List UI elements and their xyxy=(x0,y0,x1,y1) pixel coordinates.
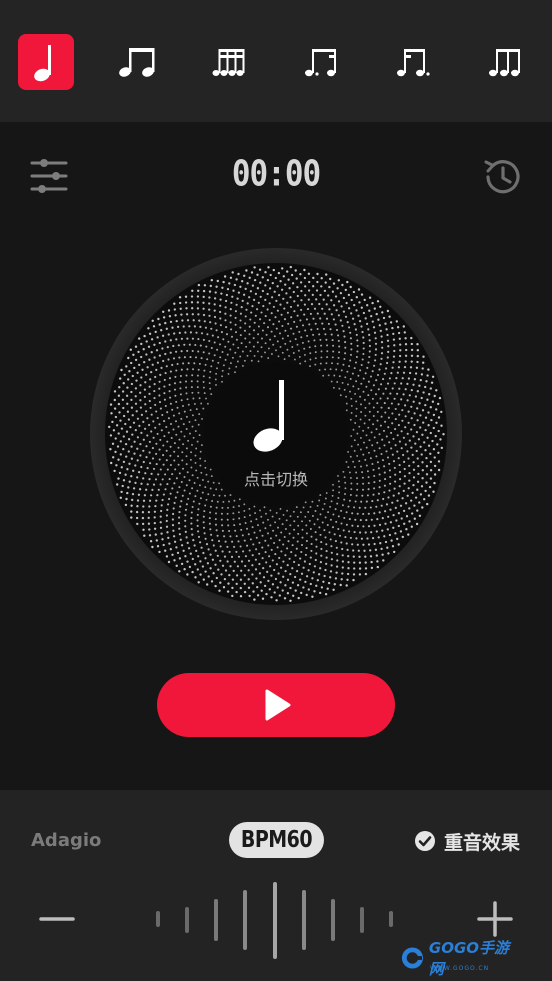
bpm-badge[interactable]: BPM60 xyxy=(229,822,324,858)
history-icon[interactable] xyxy=(482,156,524,198)
decrease-bpm-button[interactable] xyxy=(38,900,76,938)
dotted-eighth-sixteenth-icon xyxy=(305,49,336,77)
bpm-value: BPM60 xyxy=(240,826,313,854)
sixteenth-dotted-eighth-icon xyxy=(397,49,430,77)
sixteenth-notes-icon xyxy=(212,49,245,76)
watermark-text: GOGO手游网 xyxy=(428,939,510,978)
note-type-bar xyxy=(0,0,552,122)
watermark-subtext: WWW.GOGO.CN xyxy=(430,965,490,972)
tab-triplet[interactable] xyxy=(478,34,534,90)
elapsed-timer: 00:00 xyxy=(231,153,321,195)
play-icon xyxy=(265,689,291,721)
accent-toggle[interactable]: 重音效果 xyxy=(414,826,520,856)
accent-label: 重音效果 xyxy=(444,831,521,854)
watermark-logo: GOGO手游网 WWW.GOGO.CN xyxy=(400,939,520,978)
tab-sixteenth-notes[interactable] xyxy=(202,34,258,90)
tab-dotted-eighth-sixteenth[interactable] xyxy=(294,34,350,90)
tab-quarter-note[interactable] xyxy=(18,34,74,90)
tempo-dial-ticks[interactable] xyxy=(140,875,410,965)
increase-bpm-button[interactable] xyxy=(476,900,514,938)
eighth-notes-icon xyxy=(119,48,155,77)
sliders-icon[interactable] xyxy=(30,158,68,194)
quarter-note-icon xyxy=(34,45,51,82)
plus-icon xyxy=(477,901,513,937)
check-circle-icon xyxy=(415,831,435,851)
quarter-note-icon xyxy=(253,380,284,452)
watermark-icon xyxy=(401,947,423,969)
tab-sixteenth-dotted-eighth[interactable] xyxy=(386,34,442,90)
dial-hint-label: 点击切换 xyxy=(243,470,308,489)
tab-eighth-notes[interactable] xyxy=(110,34,166,90)
tempo-name-label: Adagio xyxy=(31,830,102,851)
play-button[interactable] xyxy=(157,673,395,737)
triplet-notes-icon xyxy=(489,49,520,77)
